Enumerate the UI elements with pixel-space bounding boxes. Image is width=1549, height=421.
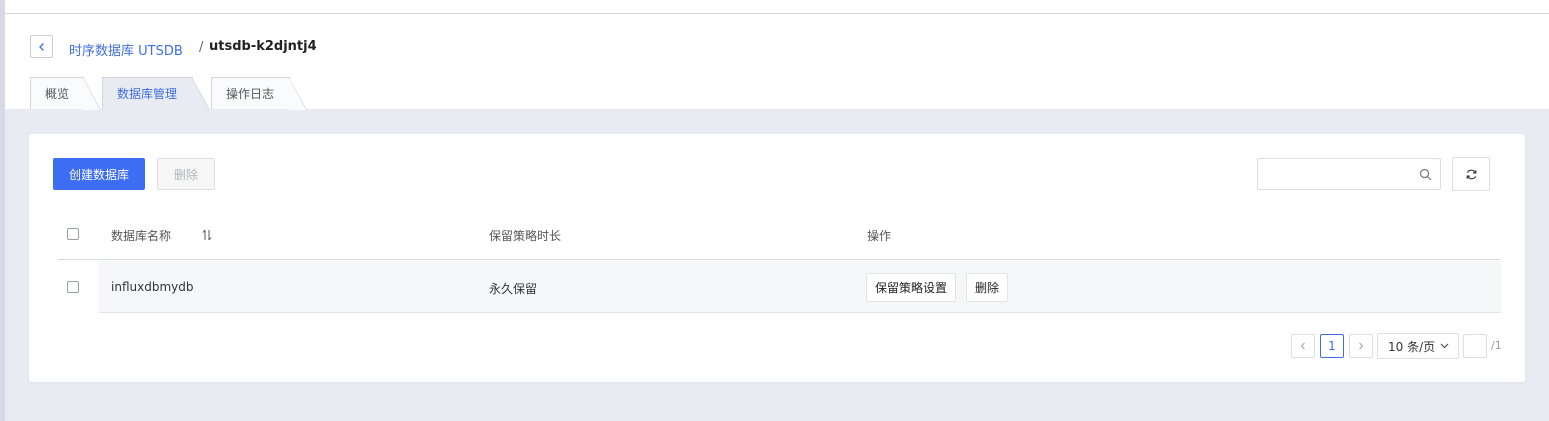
column-header-retention: 保留策略时长 — [489, 229, 562, 243]
refresh-icon — [1465, 169, 1477, 179]
tab-database-management[interactable]: 数据库管理 — [102, 77, 210, 110]
column-header-actions: 操作 — [867, 229, 892, 243]
refresh-button[interactable] — [1452, 157, 1490, 191]
page-jump-input[interactable] — [1463, 334, 1487, 358]
sort-icon[interactable] — [202, 229, 212, 241]
select-all-checkbox[interactable] — [67, 228, 79, 240]
search-box[interactable] — [1257, 158, 1441, 190]
back-button[interactable] — [30, 35, 53, 58]
tab-operation-log[interactable]: 操作日志 — [211, 77, 307, 110]
search-icon[interactable] — [1419, 168, 1432, 181]
page-size-value: 10 条/页 — [1388, 339, 1436, 354]
top-bar — [5, 0, 1549, 14]
prev-page-button[interactable] — [1291, 334, 1315, 358]
table-row: influxdbmydb 永久保留 保留策略设置 删除 — [99, 261, 1501, 313]
chevron-down-icon — [1440, 343, 1449, 349]
row-checkbox[interactable] — [67, 281, 79, 293]
total-pages: /1 — [1491, 339, 1502, 352]
table-header: 数据库名称 保留策略时长 操作 — [58, 212, 1501, 260]
breadcrumb-current: utsdb-k2djntj4 — [209, 39, 317, 54]
page-size-select[interactable]: 10 条/页 — [1377, 333, 1459, 359]
search-input[interactable] — [1258, 159, 1408, 189]
page-header: 时序数据库 UTSDB / utsdb-k2djntj4 概览 数据库管理 操作… — [5, 14, 1549, 110]
row-delete-button[interactable]: 删除 — [966, 273, 1008, 302]
chevron-right-icon — [1359, 342, 1364, 350]
breadcrumb-parent-link[interactable]: 时序数据库 UTSDB — [69, 40, 183, 59]
tab-overview[interactable]: 概览 — [30, 77, 101, 110]
chevron-left-icon — [1300, 342, 1305, 350]
back-icon — [38, 42, 44, 51]
breadcrumb-separator: / — [199, 40, 204, 55]
create-database-button[interactable]: 创建数据库 — [53, 158, 145, 190]
retention-cell: 永久保留 — [489, 282, 538, 296]
delete-button: 删除 — [157, 158, 215, 190]
page-number-button[interactable]: 1 — [1320, 334, 1344, 358]
retention-policy-settings-button[interactable]: 保留策略设置 — [866, 273, 956, 302]
database-name-cell: influxdbmydb — [111, 280, 194, 294]
column-header-name[interactable]: 数据库名称 — [111, 227, 171, 244]
database-list-card: 创建数据库 删除 数据库名称 保留策略时长 操作 influxdbmydb 永久… — [29, 134, 1525, 382]
next-page-button[interactable] — [1349, 334, 1373, 358]
